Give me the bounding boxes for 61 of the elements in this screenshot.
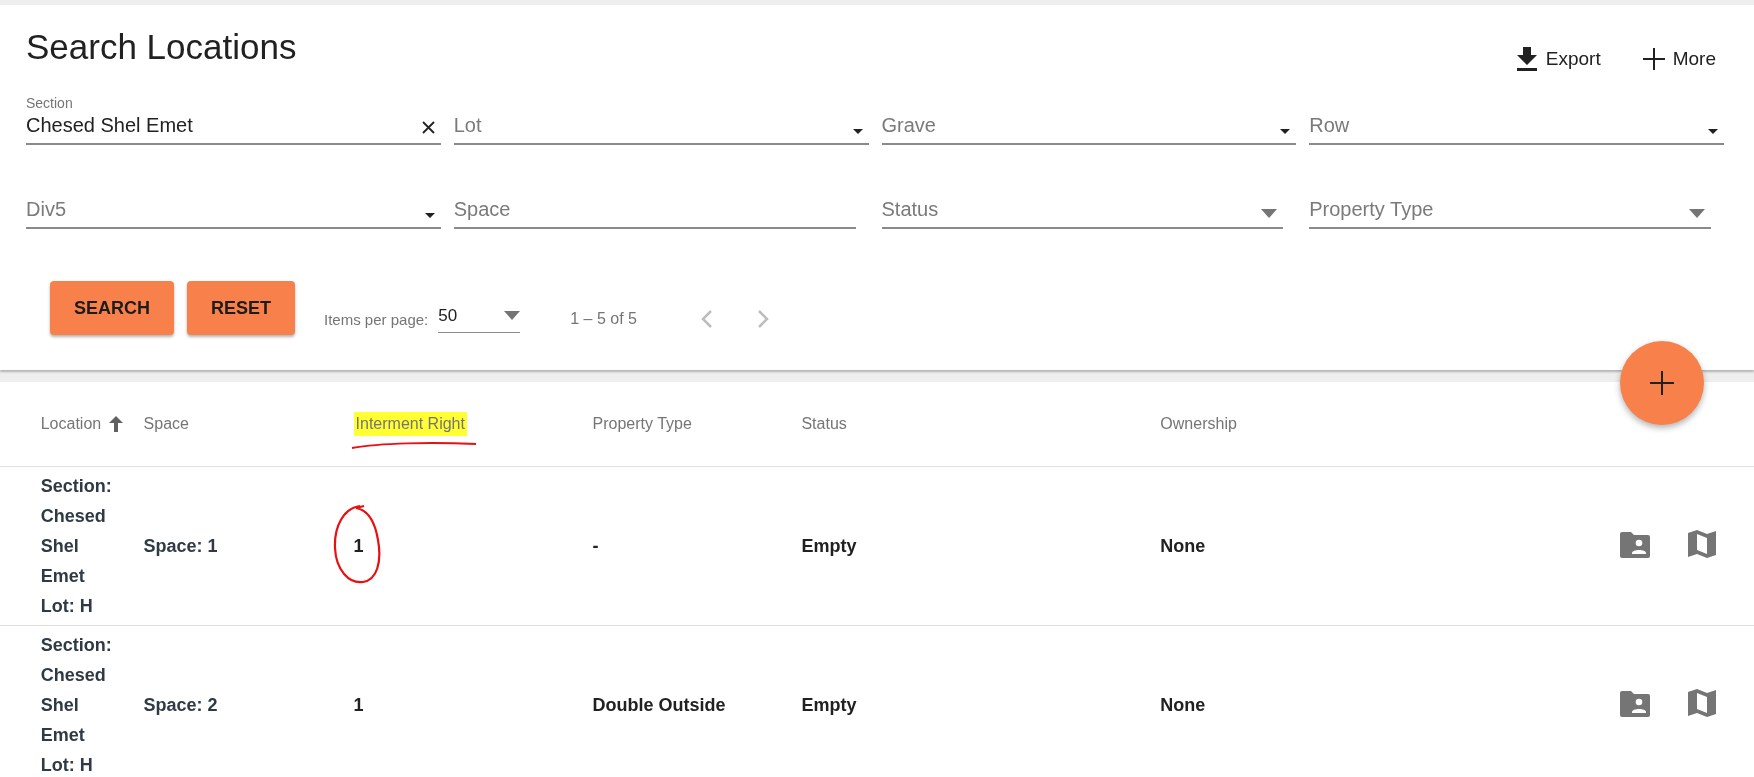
field-placeholder: Space xyxy=(453,198,512,221)
column-header[interactable]: Status xyxy=(801,415,847,433)
text-field[interactable]: Space xyxy=(453,179,856,229)
column-header[interactable]: Interment Right xyxy=(353,412,467,436)
select-field[interactable]: Row xyxy=(1309,95,1724,145)
table-cell: 1 xyxy=(353,694,364,716)
dropdown-caret-icon xyxy=(1689,209,1705,218)
column-header[interactable]: Location xyxy=(40,415,102,433)
table-cell: - xyxy=(592,535,599,557)
page-title: Search Locations xyxy=(26,27,297,67)
more-button[interactable]: More xyxy=(1634,43,1724,75)
column-header[interactable]: Ownership xyxy=(1160,415,1237,433)
download-icon xyxy=(1515,47,1538,71)
field-placeholder: Property Type xyxy=(1309,198,1435,221)
select-field[interactable]: Lot xyxy=(453,95,869,145)
dropdown-caret-icon xyxy=(504,311,521,320)
column-header[interactable]: Property Type xyxy=(592,415,692,433)
table-cell-text: Section: Chesed Shel Emet Lot: H xyxy=(40,634,113,777)
dropdown-caret-icon xyxy=(1708,129,1718,134)
field-placeholder: Status xyxy=(881,198,940,221)
field-label: Section xyxy=(26,95,73,111)
dropdown-caret-icon xyxy=(852,129,863,134)
field-placeholder: Grave xyxy=(881,114,937,137)
plus-icon xyxy=(1642,48,1665,70)
map-icon[interactable] xyxy=(1688,688,1716,717)
clear-icon[interactable] xyxy=(421,121,435,134)
table-cell: Empty xyxy=(801,694,857,716)
field-placeholder: Lot xyxy=(453,114,483,137)
page-range: 1 – 5 of 5 xyxy=(570,310,637,328)
reset-button[interactable]: RESET xyxy=(187,281,296,335)
sort-arrow-icon[interactable] xyxy=(109,416,124,432)
export-button[interactable]: Export xyxy=(1507,43,1609,75)
table-cell: 1 xyxy=(353,535,364,557)
items-per-page-label: Items per page: xyxy=(324,310,429,328)
dropdown-caret-icon xyxy=(1280,129,1291,134)
field-value: Chesed Shel Emet xyxy=(26,114,194,137)
search-button[interactable]: SEARCH xyxy=(50,281,174,335)
table-cell: None xyxy=(1160,694,1206,716)
chevron-right-icon xyxy=(757,309,769,329)
select-field[interactable]: Section Chesed Shel Emet xyxy=(26,95,441,145)
table-cell-text: Section: Chesed Shel Emet Lot: H xyxy=(40,475,113,618)
table-cell: Space: 1 xyxy=(143,535,218,556)
table-cell: Space: 2 xyxy=(143,694,218,715)
dropdown-caret-icon xyxy=(1261,209,1278,218)
dropdown-caret-icon xyxy=(424,213,435,218)
select-field[interactable]: Div5 xyxy=(26,179,441,229)
field-placeholder: Div5 xyxy=(26,198,67,221)
select-field[interactable]: Grave xyxy=(881,95,1297,145)
folder-person-icon[interactable] xyxy=(1620,690,1650,717)
table-cell: None xyxy=(1160,535,1206,557)
field-placeholder: Row xyxy=(1309,114,1351,137)
map-icon[interactable] xyxy=(1688,529,1716,558)
column-header[interactable]: Space xyxy=(143,415,189,433)
select-field[interactable]: Status xyxy=(881,179,1284,229)
chevron-left-icon xyxy=(701,309,713,329)
select-field[interactable]: Property Type xyxy=(1309,179,1711,229)
table-cell: Empty xyxy=(801,535,857,557)
page-size-select[interactable]: 50 xyxy=(438,305,521,333)
table-cell: Double Outside xyxy=(592,694,726,716)
folder-person-icon[interactable] xyxy=(1620,531,1650,558)
plus-icon xyxy=(1650,371,1674,395)
